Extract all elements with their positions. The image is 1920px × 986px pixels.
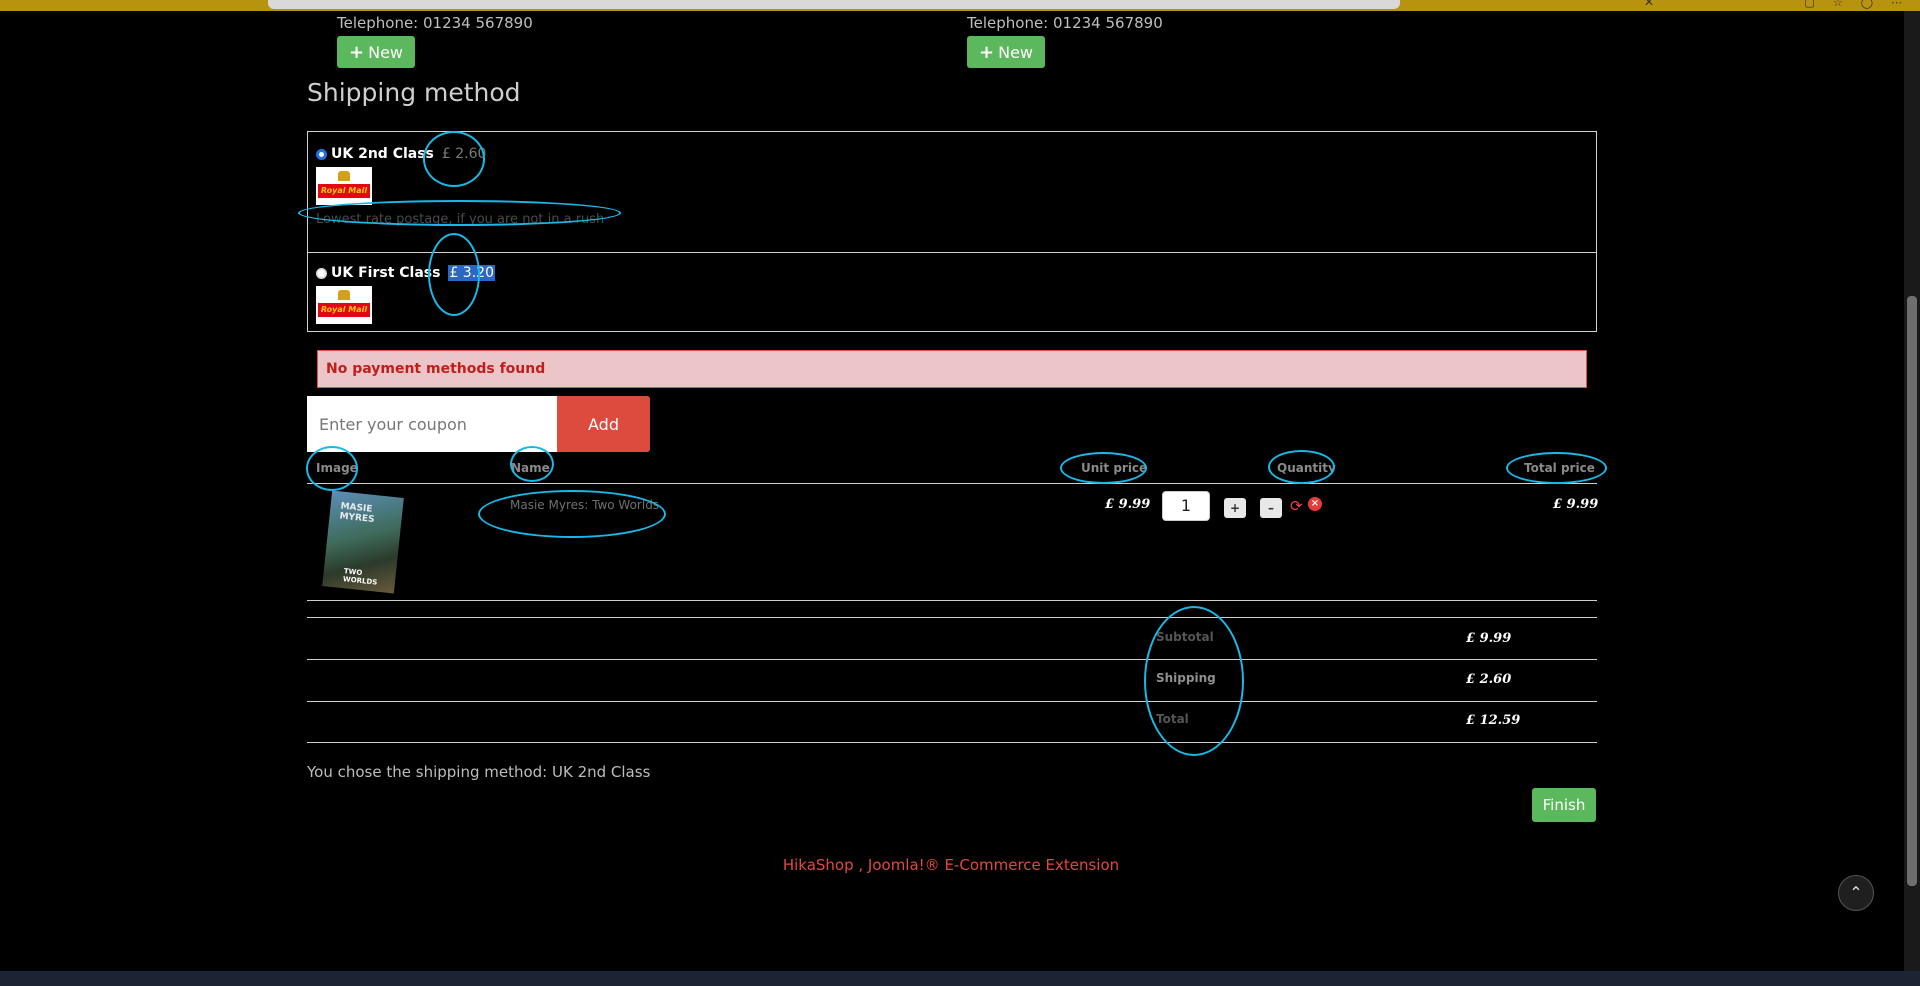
header-quantity: Quantity [1277, 461, 1336, 475]
scrollbar-thumb[interactable] [1907, 296, 1917, 886]
shipping-label: Shipping [1156, 671, 1216, 685]
shipping-method-title: Shipping method [307, 78, 521, 107]
header-total-price: Total price [1524, 461, 1595, 475]
royal-mail-logo-text: Royal Mail [318, 184, 370, 198]
billing-telephone: Telephone: 01234 567890 [337, 14, 533, 32]
product-name[interactable]: Masie Myres: Two Worlds [510, 498, 659, 512]
crown-icon [338, 290, 350, 300]
quantity-input[interactable]: 1 [1162, 491, 1210, 521]
table-header-divider [307, 483, 1597, 484]
royal-mail-logo: Royal Mail [316, 286, 372, 324]
finish-button[interactable]: Finish [1532, 788, 1596, 822]
shipping-telephone: Telephone: 01234 567890 [967, 14, 1163, 32]
shipping-value: £ 2.60 [1466, 672, 1512, 687]
plus-icon: + [979, 41, 995, 63]
crown-icon [338, 171, 350, 181]
radio-uk-2nd-class[interactable] [316, 148, 327, 160]
radio-uk-first-class[interactable] [316, 267, 327, 279]
shipping-option-uk-first-class[interactable]: UK First Class £ 3.20 [316, 265, 495, 281]
totals-divider [307, 659, 1597, 660]
delete-icon[interactable]: × [1308, 497, 1322, 511]
divider [308, 252, 1596, 253]
product-image-subtitle: TWO WORLDS [342, 567, 378, 587]
shipping-option-uk-2nd-class[interactable]: UK 2nd Class £ 2.60 [316, 146, 486, 162]
product-image[interactable]: MASIE MYRES TWO WORLDS [322, 490, 404, 594]
shipping-option-price: £ 2.60 [441, 146, 487, 162]
address-bar[interactable]: ✕ [268, 0, 1654, 9]
chevron-up-icon[interactable]: ⌃ [1838, 875, 1874, 911]
product-image-title: MASIE MYRES [339, 501, 375, 526]
royal-mail-logo-text: Royal Mail [318, 303, 370, 317]
total-label: Total [1156, 712, 1189, 726]
increase-quantity-button[interactable]: + [1224, 498, 1246, 518]
os-taskbar [0, 971, 1920, 986]
row-total-price: £ 9.99 [1553, 497, 1599, 512]
new-button-label: New [368, 42, 403, 62]
header-unit-price: Unit price [1081, 461, 1148, 475]
totals-divider [307, 617, 1597, 618]
totals-divider [307, 701, 1597, 702]
new-button-label: New [998, 42, 1033, 62]
menu-icon[interactable]: ⋯ [1891, 0, 1902, 9]
add-coupon-button[interactable]: Add [557, 396, 650, 452]
extension-icon[interactable]: ▢ [1804, 0, 1814, 9]
chosen-shipping-text: You chose the shipping method: UK 2nd Cl… [307, 763, 651, 781]
footer-link[interactable]: HikaShop , Joomla!® E-Commerce Extension [0, 856, 1902, 874]
shipping-option-price: £ 3.20 [448, 265, 495, 281]
subtotal-label: Subtotal [1156, 630, 1214, 644]
shipping-option-name: UK 2nd Class [331, 146, 434, 162]
profile-icon[interactable]: ◯ [1861, 0, 1873, 9]
refresh-icon[interactable]: ⟳ [1290, 497, 1303, 515]
page-scrollbar[interactable] [1904, 11, 1920, 971]
new-billing-address-button[interactable]: + New [337, 36, 415, 68]
shipping-option-name: UK First Class [331, 265, 441, 281]
shipping-option-description: Lowest rate postage, if you are not in a… [316, 212, 605, 227]
new-shipping-address-button[interactable]: + New [967, 36, 1045, 68]
browser-top-bar: ✕ ▢ ☆ ◯ ⋯ [0, 0, 1920, 11]
browser-toolbar-icons: ▢ ☆ ◯ ⋯ [1804, 0, 1902, 9]
totals-divider [307, 742, 1597, 743]
decrease-quantity-button[interactable]: – [1260, 498, 1282, 518]
total-value: £ 12.59 [1466, 713, 1521, 728]
no-payment-methods-alert: No payment methods found [317, 350, 1587, 388]
plus-icon: + [349, 41, 365, 63]
row-divider [307, 600, 1597, 601]
subtotal-value: £ 9.99 [1466, 631, 1512, 646]
coupon-input[interactable] [307, 396, 557, 452]
unit-price: £ 9.99 [1105, 497, 1151, 512]
header-name: Name [511, 461, 550, 475]
bookmark-icon[interactable]: ☆ [1833, 0, 1843, 9]
royal-mail-logo: Royal Mail [316, 167, 372, 205]
header-image: Image [316, 461, 358, 475]
shipping-methods-box: UK 2nd Class £ 2.60 Royal Mail Lowest ra… [307, 131, 1597, 332]
close-icon[interactable]: ✕ [1644, 0, 1654, 9]
